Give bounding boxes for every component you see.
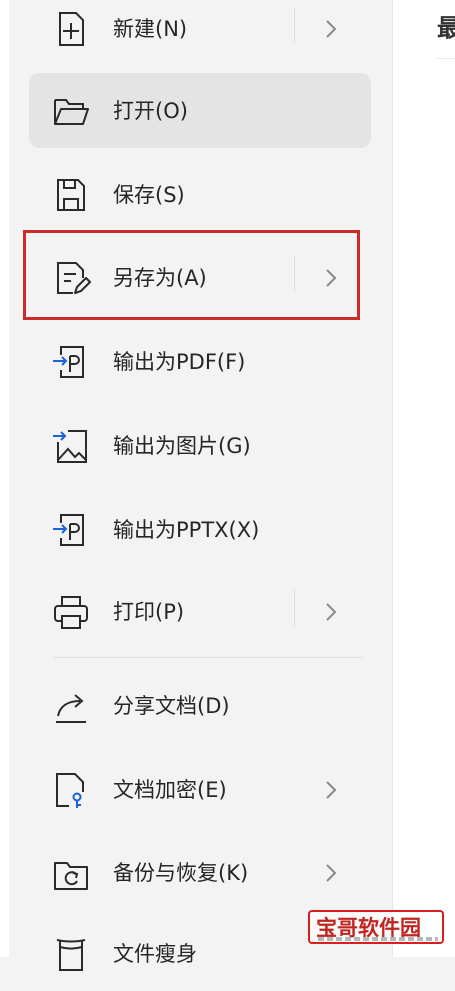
menu-item-open[interactable]: 打开(O) bbox=[29, 73, 371, 148]
file-menu: 新建(N) 打开(O) 保存(S) 另存为(A) 输出为PDF(F) 输出为图片… bbox=[9, 0, 390, 971]
watermark: 宝哥软件园 bbox=[308, 910, 444, 944]
menu-item-encrypt[interactable]: 文档加密(E) bbox=[29, 752, 371, 827]
menu-item-save[interactable]: 保存(S) bbox=[29, 157, 371, 232]
menu-item-export-pptx[interactable]: 输出为PPTX(X) bbox=[29, 492, 371, 567]
menu-item-label: 输出为图片(G) bbox=[113, 434, 251, 458]
chevron-right-icon[interactable] bbox=[321, 598, 341, 626]
encrypt-icon bbox=[56, 773, 84, 808]
printer-icon bbox=[54, 596, 88, 629]
highlight-box bbox=[23, 230, 360, 320]
menu-item-label: 打印(P) bbox=[113, 600, 185, 624]
menu-item-export-image[interactable]: 输出为图片(G) bbox=[29, 408, 371, 483]
recent-panel: 最 bbox=[392, 0, 455, 957]
menu-item-label: 输出为PDF(F) bbox=[113, 350, 246, 374]
export-pptx-icon bbox=[53, 514, 84, 546]
chevron-right-icon[interactable] bbox=[321, 776, 341, 804]
menu-item-new[interactable]: 新建(N) bbox=[29, 0, 371, 66]
menu-item-export-pdf[interactable]: 输出为PDF(F) bbox=[29, 324, 371, 399]
slim-icon bbox=[56, 939, 86, 971]
menu-item-label: 备份与恢复(K) bbox=[113, 861, 249, 885]
chevron-right-icon[interactable] bbox=[321, 859, 341, 887]
menu-item-backup[interactable]: 备份与恢复(K) bbox=[29, 835, 371, 910]
export-image-icon bbox=[53, 430, 87, 463]
menu-item-label: 保存(S) bbox=[113, 183, 185, 207]
folder-icon bbox=[54, 99, 89, 125]
watermark-subline bbox=[318, 937, 438, 941]
menu-separator bbox=[54, 657, 363, 658]
menu-item-label: 文件瘦身 bbox=[113, 942, 197, 966]
menu-item-divider bbox=[294, 7, 295, 43]
menu-item-label: 输出为PPTX(X) bbox=[113, 518, 260, 542]
new-file-icon bbox=[59, 12, 84, 46]
menu-item-print[interactable]: 打印(P) bbox=[29, 574, 371, 649]
menu-item-label: 分享文档(D) bbox=[113, 694, 230, 718]
export-pdf-icon bbox=[53, 346, 84, 378]
menu-item-label: 文档加密(E) bbox=[113, 778, 227, 802]
menu-item-label: 打开(O) bbox=[113, 99, 188, 123]
menu-item-label: 新建(N) bbox=[113, 17, 188, 41]
menu-item-share[interactable]: 分享文档(D) bbox=[29, 668, 371, 743]
menu-item-divider bbox=[294, 590, 295, 626]
recent-panel-line bbox=[437, 58, 455, 59]
backup-icon bbox=[54, 862, 88, 890]
save-icon bbox=[57, 179, 85, 211]
recent-panel-title: 最 bbox=[437, 14, 455, 42]
chevron-right-icon[interactable] bbox=[321, 15, 341, 43]
share-icon bbox=[56, 694, 86, 723]
